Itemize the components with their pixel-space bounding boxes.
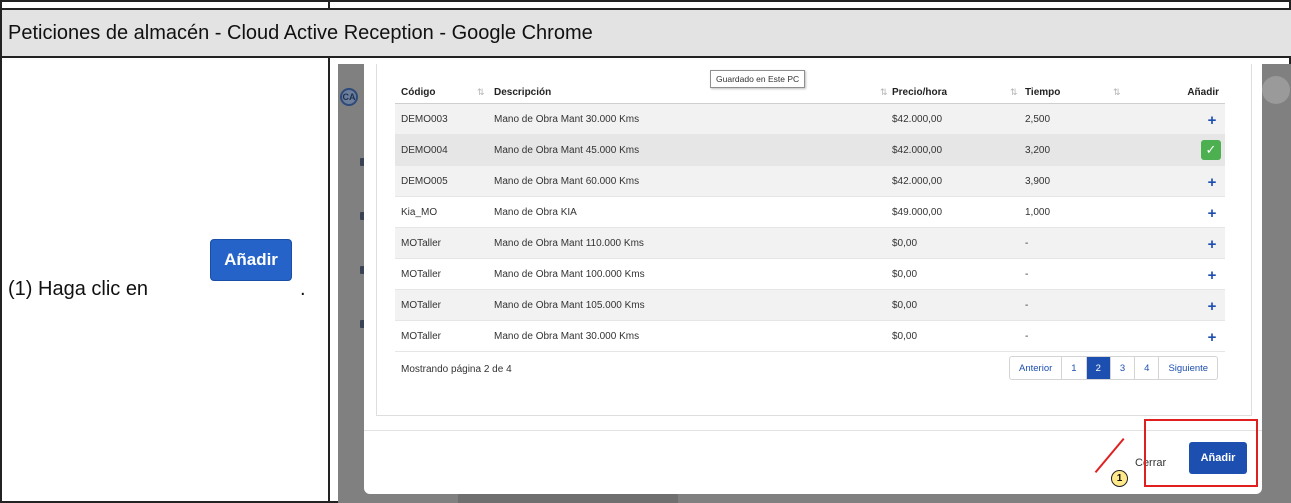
sort-icon[interactable]: ⇅ [1010,87,1018,98]
row-description: Mano de Obra Mant 110.000 Kms [494,237,644,249]
row-time: 2,500 [1025,113,1051,125]
row-code: DEMO005 [401,175,448,187]
row-price: $42.000,00 [892,144,943,156]
sort-icon[interactable]: ⇅ [1113,87,1121,98]
column-divider [328,58,330,503]
add-row-plus-icon[interactable]: + [1203,204,1221,222]
row-description: Mano de Obra Mant 30.000 Kms [494,330,640,342]
row-price: $42.000,00 [892,113,943,125]
header-code[interactable]: Código [401,87,435,98]
row-price: $0,00 [892,299,918,311]
table-body: DEMO003 Mano de Obra Mant 30.000 Kms $42.0… [395,104,1225,352]
row-time: 1,000 [1025,206,1051,218]
row-price: $49.000,00 [892,206,943,218]
pagination: Anterior 1 2 3 4 Siguiente [1009,356,1219,380]
pagination-page-1[interactable]: 1 [1061,357,1085,379]
highlight-box [1144,419,1258,487]
pagination-prev[interactable]: Anterior [1010,357,1061,379]
row-code: MOTaller [401,330,442,342]
add-row-plus-icon[interactable]: + [1203,266,1221,284]
screenshot-area: CA Guardado en Este PC Código ⇅ Descripc… [338,64,1291,503]
row-time: - [1025,237,1029,249]
row-time: - [1025,299,1029,311]
pagination-page-4[interactable]: 4 [1134,357,1158,379]
table-header: Código ⇅ Descripción ⇅ Precio/hora ⇅ Tie… [395,82,1225,104]
row-code: DEMO004 [401,144,448,156]
add-row-plus-icon[interactable]: + [1203,111,1221,129]
document-frame: Peticiones de almacén - Cloud Active Rec… [0,0,1291,503]
add-row-plus-icon[interactable]: + [1203,297,1221,315]
pagination-next[interactable]: Siguiente [1158,357,1217,379]
header-description[interactable]: Descripción [494,87,551,98]
labor-table: Código ⇅ Descripción ⇅ Precio/hora ⇅ Tie… [395,82,1225,352]
row-description: Mano de Obra Mant 105.000 Kms [494,299,645,311]
table-row: MOTaller Mano de Obra Mant 30.000 Kms $0,0… [395,321,1225,352]
row-price: $42.000,00 [892,175,943,187]
callout-marker: 1 [1111,470,1128,487]
row-description: Mano de Obra Mant 45.000 Kms [494,144,640,156]
row-code: MOTaller [401,268,442,280]
table-row: DEMO005 Mano de Obra Mant 60.000 Kms $42.0… [395,166,1225,197]
pagination-status: Mostrando página 2 de 4 [401,364,512,375]
modal-footer-divider [364,430,1262,431]
header-time[interactable]: Tiempo [1025,87,1060,98]
pagination-page-3[interactable]: 3 [1109,357,1134,379]
window-title: Peticiones de almacén - Cloud Active Rec… [8,22,593,44]
instruction-period: . [300,278,306,300]
table-row: MOTaller Mano de Obra Mant 110.000 Kms $0,… [395,228,1225,259]
instruction-text: (1) Haga clic en [8,278,149,300]
background-text-blur [458,494,678,503]
callout-leader-line [1094,438,1125,473]
row-time: 3,200 [1025,144,1051,156]
instruction-add-button-image: Añadir [210,239,292,281]
row-time: - [1025,268,1029,280]
pagination-page-2[interactable]: 2 [1085,357,1110,379]
add-row-plus-icon[interactable]: + [1203,235,1221,253]
row-code: MOTaller [401,299,442,311]
table-row: Kia_MO Mano de Obra KIA $49.000,00 1,000 + [395,197,1225,228]
row-description: Mano de Obra Mant 60.000 Kms [494,175,640,187]
row-code: DEMO003 [401,113,448,125]
sort-icon[interactable]: ⇅ [477,87,485,98]
add-row-plus-icon[interactable]: + [1203,173,1221,191]
app-logo-icon[interactable]: CA [340,88,358,106]
row-price: $0,00 [892,268,918,280]
row-code: Kia_MO [401,206,438,218]
row-price: $0,00 [892,237,918,249]
row-description: Mano de Obra Mant 30.000 Kms [494,113,640,125]
user-avatar-icon[interactable] [1262,76,1290,104]
row-code: MOTaller [401,237,442,249]
table-panel: Guardado en Este PC Código ⇅ Descripción… [376,64,1252,416]
row-time: 3,900 [1025,175,1051,187]
window-title-row: Peticiones de almacén - Cloud Active Rec… [2,10,1291,58]
row-description: Mano de Obra Mant 100.000 Kms [494,268,645,280]
table-row: MOTaller Mano de Obra Mant 105.000 Kms $0,… [395,290,1225,321]
added-check-icon[interactable]: ✓ [1201,140,1221,160]
row-time: - [1025,330,1029,342]
row-price: $0,00 [892,330,918,342]
add-row-plus-icon[interactable]: + [1203,328,1221,346]
table-row: MOTaller Mano de Obra Mant 100.000 Kms $0,… [395,259,1225,290]
labor-selection-modal: Guardado en Este PC Código ⇅ Descripción… [364,64,1262,494]
row-description: Mano de Obra KIA [494,206,577,218]
table-row: DEMO003 Mano de Obra Mant 30.000 Kms $42.0… [395,104,1225,135]
header-add: Añadir [1187,87,1219,98]
top-strip [2,2,1291,10]
sort-icon[interactable]: ⇅ [880,87,888,98]
strip-tick [328,2,330,10]
table-row: DEMO004 Mano de Obra Mant 45.000 Kms $42.0… [395,135,1225,166]
header-price[interactable]: Precio/hora [892,87,947,98]
